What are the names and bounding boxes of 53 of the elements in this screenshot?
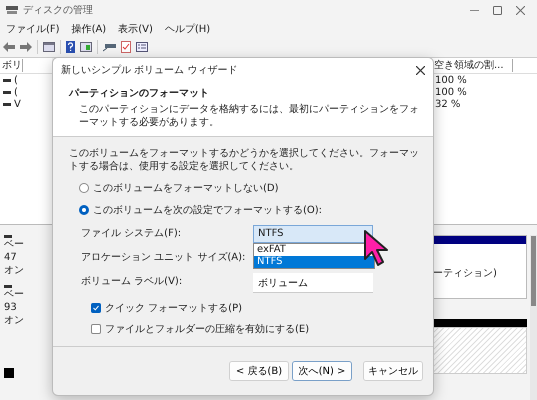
file-system-dropdown[interactable]: NTFS <box>253 225 373 243</box>
volume-icon <box>3 102 11 106</box>
menu-item[interactable]: 表示(V) <box>118 22 153 36</box>
radio-button[interactable] <box>79 183 89 193</box>
radio-label[interactable]: このボリュームをフォーマットしない(D) <box>93 181 279 195</box>
radio-button[interactable] <box>79 205 89 215</box>
checkbox[interactable] <box>91 324 101 334</box>
page-description: このパーティションにデータを格納するには、最初にパーティションをフォーマットする必要があります。 <box>78 103 419 129</box>
panel-icon[interactable] <box>80 42 92 52</box>
dropdown-option[interactable]: NTFS <box>254 256 374 268</box>
disk-info-text: 93 <box>4 302 18 314</box>
field-label: ファイル システム(F): <box>81 227 182 241</box>
properties-icon[interactable] <box>136 42 148 52</box>
disk-info-text: 47 <box>4 252 18 264</box>
checkbox[interactable] <box>91 303 101 313</box>
table-cell: 100 % <box>435 86 467 98</box>
field-label: ボリューム ラベル(V): <box>81 275 184 289</box>
table-cell: 100 % <box>435 74 467 86</box>
partition-label: ーティション) <box>433 267 498 280</box>
disk-info-text: オン <box>4 315 25 327</box>
wizard-button[interactable]: 次へ(N) > <box>292 361 352 381</box>
table-cell: ( <box>14 74 18 86</box>
instruction-text: このボリュームをフォーマットするかどうかを選択してください。フォーマットする場合は、使用する設定を選択してください。 <box>69 147 419 173</box>
dialog-title: 新しいシンプル ボリューム ウィザード <box>61 64 238 77</box>
scrollbar[interactable] <box>530 235 537 400</box>
wizard-button[interactable]: キャンセル <box>363 361 423 381</box>
maximize-icon[interactable] <box>493 6 502 14</box>
table-cell: ( <box>14 86 18 98</box>
field-label: アロケーション ユニット サイズ(A): <box>81 251 246 265</box>
disk-info-text: オン <box>4 265 25 277</box>
pointer-icon <box>363 229 389 267</box>
volume-icon <box>3 90 11 94</box>
menu-item[interactable]: 操作(A) <box>72 22 106 36</box>
menu-item[interactable]: ヘルプ(H) <box>164 22 210 36</box>
volume-icon <box>3 78 11 82</box>
table-cell: V <box>14 98 21 110</box>
volume-label-field[interactable]: ボリューム <box>253 273 373 293</box>
checkbox-label[interactable]: クイック フォーマットする(P) <box>105 301 242 315</box>
disk-info-text: ベー <box>4 239 25 251</box>
forward-arrow-icon[interactable] <box>20 42 32 52</box>
checkbox-label[interactable]: ファイルとフォルダーの圧縮を有効にする(E) <box>105 322 310 336</box>
help-icon[interactable] <box>66 41 75 53</box>
close-icon[interactable] <box>416 66 425 74</box>
back-arrow-icon[interactable] <box>3 42 15 52</box>
window-title: ディスクの管理 <box>23 4 94 17</box>
wizard-button[interactable]: < 戻る(B) <box>229 361 289 381</box>
disk-info-text: ベー <box>4 289 25 301</box>
radio-label[interactable]: このボリュームを次の設定でフォーマットする(O): <box>93 203 322 217</box>
checklist-icon[interactable] <box>121 41 131 53</box>
table-cell: 32 % <box>435 98 460 110</box>
menu-item[interactable]: ファイル(F) <box>6 22 60 36</box>
panel-icon[interactable] <box>43 42 55 52</box>
page-heading: パーティションのフォーマット <box>69 87 210 100</box>
